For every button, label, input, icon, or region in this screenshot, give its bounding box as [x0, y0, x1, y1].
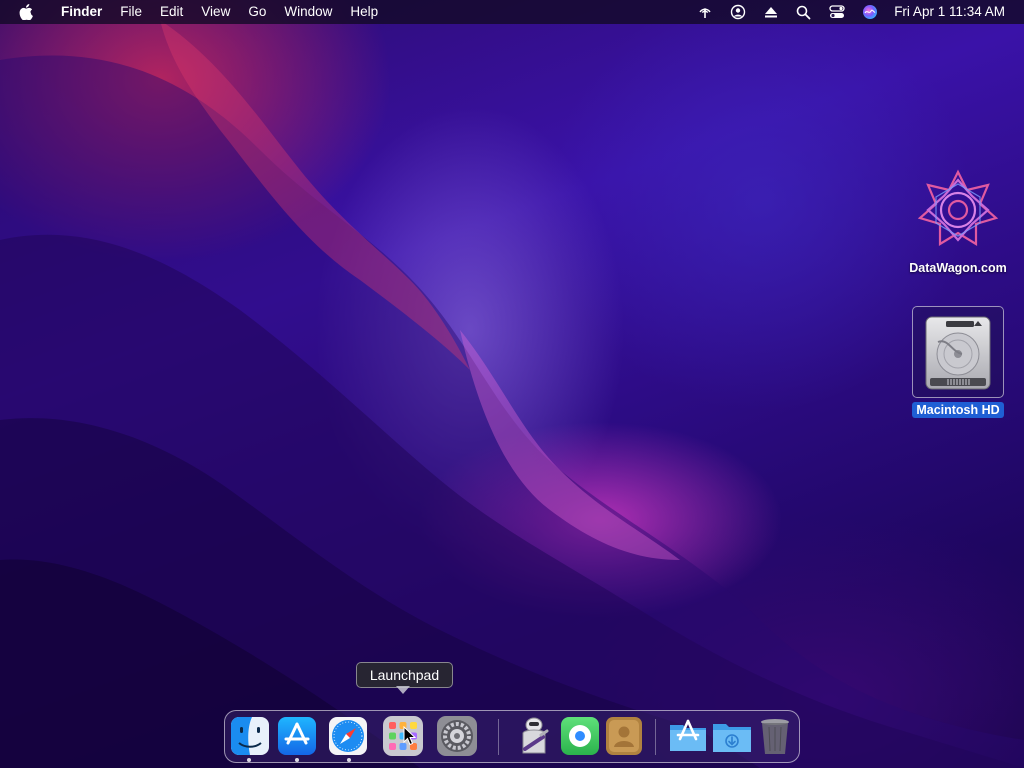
- menu-bar-left: Finder File Edit View Go Window Help: [0, 0, 387, 24]
- applications-folder-icon: [670, 719, 706, 751]
- find-my-icon: [561, 717, 599, 755]
- hard-drive-icon: [912, 306, 1004, 398]
- user-account-icon[interactable]: [721, 0, 754, 24]
- dock: [224, 710, 800, 763]
- menu-app-finder[interactable]: Finder: [52, 0, 111, 24]
- mouse-cursor-icon: [403, 726, 417, 746]
- apple-menu-button[interactable]: [0, 0, 52, 24]
- running-indicator: [347, 758, 351, 762]
- running-indicator: [295, 758, 299, 762]
- automator-icon: [522, 717, 549, 754]
- datawagon-logo-icon: [912, 164, 1004, 256]
- dock-separator: [655, 719, 656, 755]
- spotlight-search-icon[interactable]: [787, 0, 820, 24]
- menu-bar: Finder File Edit View Go Window Help Fri…: [0, 0, 1024, 24]
- finder-icon: [231, 717, 269, 755]
- menu-help[interactable]: Help: [341, 0, 387, 24]
- menu-view[interactable]: View: [192, 0, 239, 24]
- contacts-icon: [606, 717, 642, 755]
- dock-item-applications[interactable]: [666, 714, 710, 758]
- safari-icon: [329, 717, 367, 755]
- dock-item-trash[interactable]: [753, 714, 797, 758]
- dock-item-automator[interactable]: [512, 714, 556, 758]
- tooltip-arrow: [396, 686, 410, 694]
- desktop-icon-label: DataWagon.com: [909, 261, 1007, 275]
- system-preferences-icon: [437, 716, 477, 756]
- menu-bar-clock[interactable]: Fri Apr 1 11:34 AM: [886, 0, 1024, 24]
- eject-icon[interactable]: [754, 0, 787, 24]
- menu-window[interactable]: Window: [275, 0, 341, 24]
- wallpaper-waves: [0, 20, 1024, 768]
- app-store-icon: [278, 717, 316, 755]
- dock-item-downloads[interactable]: [710, 714, 754, 758]
- downloads-folder-icon: [713, 724, 751, 752]
- desktop-icon-datawagon[interactable]: DataWagon.com: [903, 164, 1013, 276]
- menu-go[interactable]: Go: [239, 0, 275, 24]
- trash-icon: [761, 719, 789, 754]
- control-center-icon[interactable]: [820, 0, 853, 24]
- desktop-icon-label: Macintosh HD: [912, 402, 1004, 418]
- apple-logo-icon: [19, 4, 33, 20]
- menu-bar-right: Fri Apr 1 11:34 AM: [688, 0, 1024, 24]
- desktop-icon-macintosh-hd[interactable]: Macintosh HD: [903, 306, 1013, 418]
- siri-icon[interactable]: [853, 0, 886, 24]
- desktop-wallpaper: [0, 0, 1024, 768]
- dock-item-system-preferences[interactable]: [435, 714, 479, 758]
- dock-tooltip: Launchpad: [356, 662, 453, 688]
- airdrop-icon[interactable]: [688, 0, 721, 24]
- menu-edit[interactable]: Edit: [151, 0, 192, 24]
- dock-item-safari[interactable]: [326, 714, 370, 758]
- dock-item-app-store[interactable]: [275, 714, 319, 758]
- running-indicator: [247, 758, 251, 762]
- menu-file[interactable]: File: [111, 0, 151, 24]
- dock-item-contacts[interactable]: [602, 714, 646, 758]
- dock-separator: [498, 719, 499, 755]
- dock-item-find-my[interactable]: [558, 714, 602, 758]
- dock-item-finder[interactable]: [228, 714, 272, 758]
